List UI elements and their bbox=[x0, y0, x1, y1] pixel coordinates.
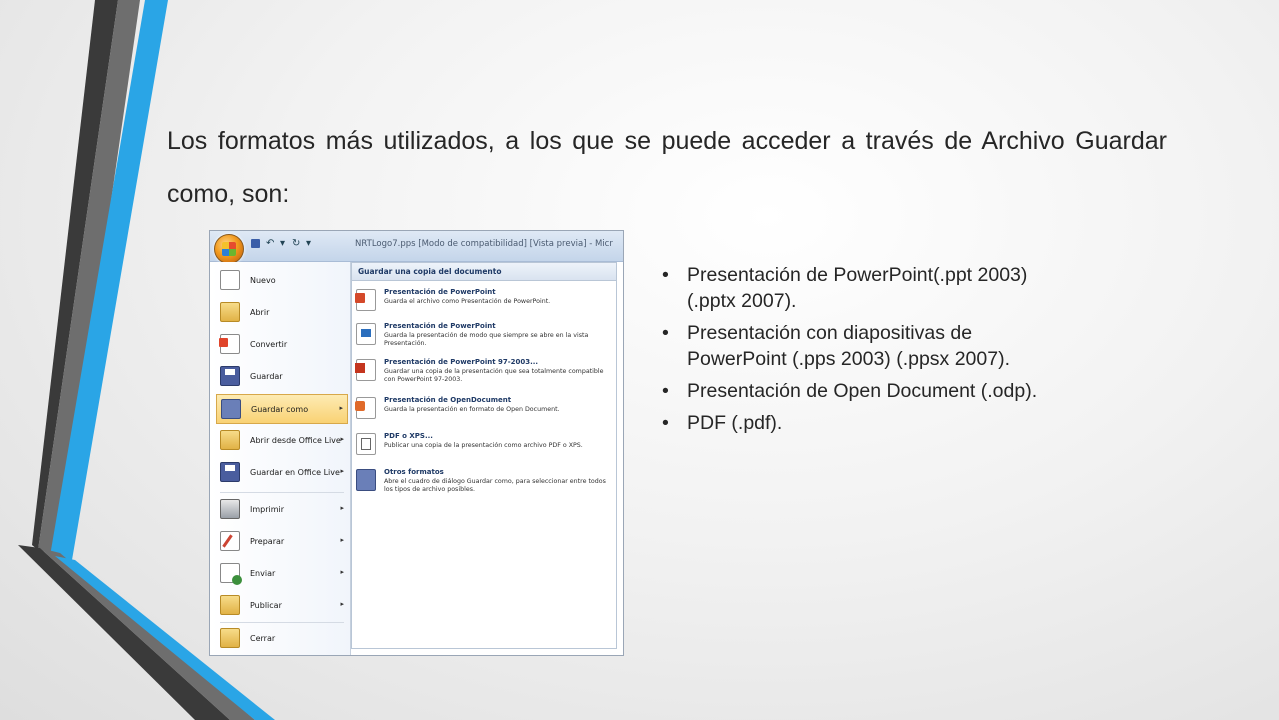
menu-label: Cerrar bbox=[250, 634, 276, 643]
undo-icon[interactable]: ↶ bbox=[266, 239, 276, 249]
save-disk-icon bbox=[220, 366, 240, 386]
powerpoint-file-icon bbox=[355, 289, 376, 311]
menu-item-abrir-office-live[interactable]: Abrir desde Office Live ▸ bbox=[216, 426, 348, 456]
option-pptx[interactable]: Presentación de PowerPoint Guarda el arc… bbox=[352, 285, 614, 319]
file-menu-list: Nuevo Abrir Convertir Guardar Guardar co… bbox=[210, 262, 351, 655]
submenu-arrow-icon: ▸ bbox=[339, 404, 343, 412]
window-title: NRTLogo7.pps [Modo de compatibilidad] [V… bbox=[355, 239, 613, 249]
open-folder-icon bbox=[220, 302, 240, 322]
option-pdf-xps[interactable]: PDF o XPS... Publicar una copia de la pr… bbox=[352, 429, 614, 463]
other-formats-icon bbox=[356, 469, 376, 491]
redo-icon[interactable]: ↻ bbox=[292, 239, 302, 249]
bullet-line: Presentación de Open Document (.odp). bbox=[687, 380, 1038, 402]
menu-item-abrir[interactable]: Abrir bbox=[216, 298, 348, 328]
menu-item-imprimir[interactable]: Imprimir ▸ bbox=[216, 495, 348, 525]
menu-item-enviar[interactable]: Enviar ▸ bbox=[216, 559, 348, 589]
menu-item-convertir[interactable]: Convertir bbox=[216, 330, 348, 360]
menu-label: Preparar bbox=[250, 537, 285, 546]
save-live-icon bbox=[220, 462, 240, 482]
menu-label: Convertir bbox=[250, 340, 288, 349]
save-as-icon bbox=[221, 399, 241, 419]
option-title: Presentación de PowerPoint bbox=[384, 288, 496, 296]
submenu-header: Guardar una copia del documento bbox=[352, 263, 616, 281]
menu-label: Enviar bbox=[250, 569, 276, 578]
office-menu-screenshot: ↶ ▾ ↻ ▾ NRTLogo7.pps [Modo de compatibil… bbox=[209, 230, 624, 656]
option-description: Publicar una copia de la presentación co… bbox=[384, 442, 583, 449]
printer-icon bbox=[220, 499, 240, 519]
menu-separator bbox=[220, 622, 344, 623]
dark-stripe bbox=[32, 0, 118, 550]
submenu-arrow-icon: ▸ bbox=[340, 536, 344, 544]
menu-label: Guardar como bbox=[251, 405, 309, 414]
menu-item-guardar-office-live[interactable]: Guardar en Office Live ▸ bbox=[216, 458, 348, 488]
office-logo-icon bbox=[222, 242, 236, 256]
option-description: Guardar una copia de la presentación que… bbox=[384, 368, 604, 383]
bullet-item: Presentación de PowerPoint(.ppt 2003) (.… bbox=[660, 262, 1180, 314]
menu-separator bbox=[220, 492, 344, 493]
option-title: Otros formatos bbox=[384, 468, 444, 476]
dark-stripe-lower bbox=[18, 545, 230, 720]
powerpoint-97-icon bbox=[355, 359, 376, 381]
submenu-arrow-icon: ▸ bbox=[340, 504, 344, 512]
window-title-bar: ↶ ▾ ↻ ▾ NRTLogo7.pps [Modo de compatibil… bbox=[210, 231, 623, 264]
menu-label: Guardar bbox=[250, 372, 283, 381]
close-folder-icon bbox=[220, 628, 240, 648]
quick-save-icon[interactable] bbox=[251, 239, 260, 248]
option-description: Guarda el archivo como Presentación de P… bbox=[384, 298, 551, 305]
menu-item-preparar[interactable]: Preparar ▸ bbox=[216, 527, 348, 557]
option-odp[interactable]: Presentación de OpenDocument Guarda la p… bbox=[352, 393, 614, 427]
dropdown-icon[interactable]: ▾ bbox=[280, 239, 290, 249]
menu-label: Imprimir bbox=[250, 505, 285, 514]
bullet-line: Presentación con diapositivas de bbox=[687, 322, 973, 344]
bullet-line-continued: (.pptx 2007). bbox=[687, 290, 797, 312]
option-description: Guarda la presentación de modo que siemp… bbox=[384, 332, 589, 347]
customize-icon[interactable]: ▾ bbox=[306, 239, 316, 249]
slideshow-file-icon bbox=[356, 323, 376, 345]
gray-stripe bbox=[38, 0, 140, 555]
bullet-line: PDF (.pdf). bbox=[687, 412, 783, 434]
pdf-xps-icon bbox=[356, 433, 376, 455]
submenu-arrow-icon: ▸ bbox=[340, 435, 344, 443]
menu-label: Nuevo bbox=[250, 276, 276, 285]
menu-item-nuevo[interactable]: Nuevo bbox=[216, 266, 348, 296]
option-title: Presentación de PowerPoint bbox=[384, 322, 496, 330]
submenu-arrow-icon: ▸ bbox=[340, 568, 344, 576]
bullet-line: Presentación de PowerPoint(.ppt 2003) bbox=[687, 264, 1028, 286]
blue-stripe bbox=[50, 0, 168, 560]
publish-icon bbox=[220, 595, 240, 615]
option-description: Abre el cuadro de diálogo Guardar como, … bbox=[384, 478, 606, 493]
convert-icon bbox=[219, 334, 240, 354]
open-live-icon bbox=[220, 430, 240, 450]
menu-item-guardar[interactable]: Guardar bbox=[216, 362, 348, 392]
menu-label: Abrir bbox=[250, 308, 270, 317]
format-bullet-list: Presentación de PowerPoint(.ppt 2003) (.… bbox=[660, 262, 1180, 442]
bullet-item: PDF (.pdf). bbox=[660, 410, 1180, 436]
menu-item-publicar[interactable]: Publicar ▸ bbox=[216, 591, 348, 621]
bullet-line-continued: PowerPoint (.pps 2003) (.ppsx 2007). bbox=[687, 348, 1011, 370]
submenu-arrow-icon: ▸ bbox=[340, 600, 344, 608]
option-other-formats[interactable]: Otros formatos Abre el cuadro de diálogo… bbox=[352, 465, 614, 499]
option-ppsx[interactable]: Presentación de PowerPoint Guarda la pre… bbox=[352, 319, 614, 353]
menu-label: Guardar en Office Live bbox=[250, 468, 340, 477]
menu-label: Publicar bbox=[250, 601, 282, 610]
bullet-item: Presentación con diapositivas de PowerPo… bbox=[660, 320, 1180, 372]
slide-title: Los formatos más utilizados, a los que s… bbox=[167, 127, 1167, 208]
option-ppt-97[interactable]: Presentación de PowerPoint 97-2003... Gu… bbox=[352, 355, 614, 389]
option-title: Presentación de OpenDocument bbox=[384, 396, 512, 404]
menu-item-cerrar[interactable]: Cerrar bbox=[216, 624, 348, 654]
save-as-submenu: Guardar una copia del documento Presenta… bbox=[351, 262, 617, 649]
option-description: Guarda la presentación en formato de Ope… bbox=[384, 406, 560, 413]
option-title: PDF o XPS... bbox=[384, 432, 433, 440]
new-document-icon bbox=[220, 270, 240, 290]
prepare-icon bbox=[220, 531, 240, 551]
menu-label: Abrir desde Office Live bbox=[250, 436, 341, 445]
office-button[interactable] bbox=[214, 234, 244, 264]
opendocument-icon bbox=[355, 397, 376, 419]
submenu-arrow-icon: ▸ bbox=[340, 467, 344, 475]
menu-item-guardar-como[interactable]: Guardar como ▸ bbox=[216, 394, 348, 424]
option-title: Presentación de PowerPoint 97-2003... bbox=[384, 358, 539, 366]
bullet-item: Presentación de Open Document (.odp). bbox=[660, 378, 1180, 404]
send-icon bbox=[220, 563, 242, 585]
